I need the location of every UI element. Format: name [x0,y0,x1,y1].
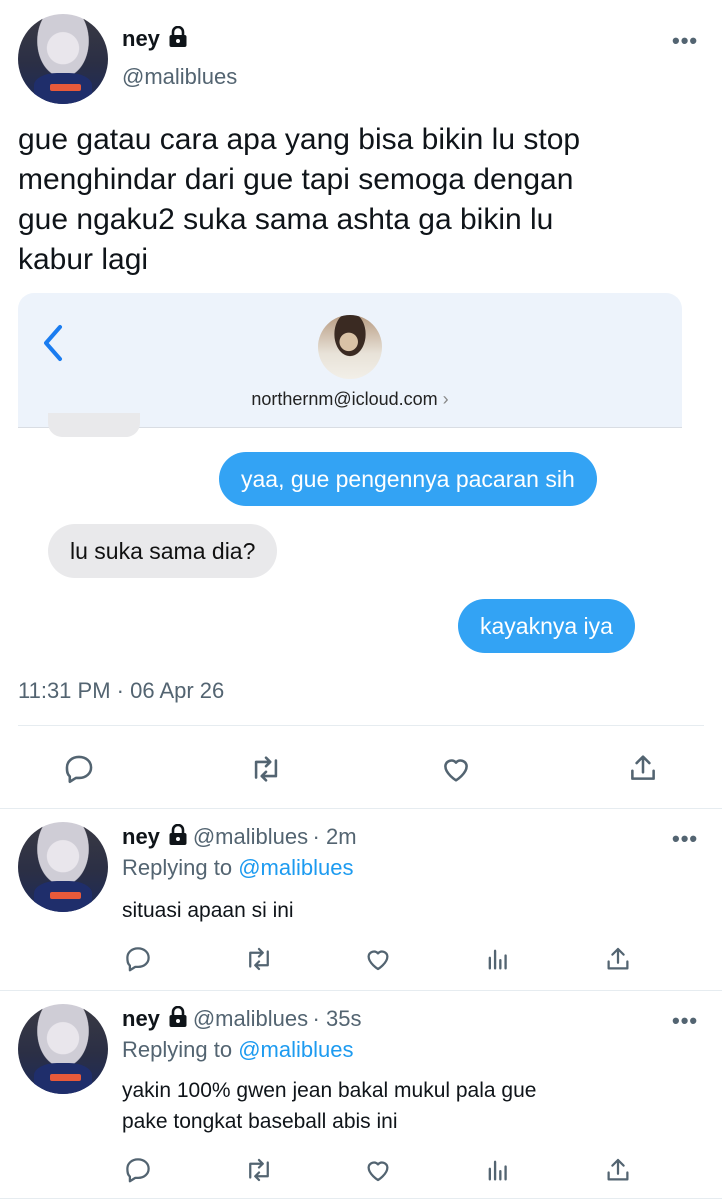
retweet-icon[interactable] [243,1155,275,1185]
replying-to: Replying to @maliblues [122,855,354,880]
author-name[interactable]: ney [122,26,160,51]
like-icon[interactable] [438,752,474,786]
more-icon[interactable]: ••• [672,826,698,852]
lock-icon [168,25,188,53]
share-icon[interactable] [626,750,660,786]
divider [0,990,722,991]
contact-email: northernm@icloud.com › [251,389,449,409]
reply-text-line: pake tongkat baseball abis ini [122,1110,398,1133]
divider [0,808,722,809]
replying-to: Replying to @maliblues [122,1037,354,1062]
reply-time[interactable]: · 35s [313,1006,362,1031]
author-handle[interactable]: @maliblues [122,64,237,90]
reply-text: yakin 100% gwen jean bakal mukul pala gu… [122,1075,536,1137]
reply-text: situasi apaan si ini [122,895,294,926]
message-bubble-sent: kayaknya iya [458,599,635,653]
reply-icon[interactable] [123,944,153,974]
tweet-timestamp[interactable]: 11:31 PM · 06 Apr 26 [18,678,224,704]
reply-author-handle[interactable]: @maliblues [193,1006,308,1031]
tweet-text: gue gatau cara apa yang bisa bikin lu st… [18,120,580,280]
divider [0,1198,722,1199]
reply-author-name[interactable]: ney [122,1006,160,1031]
divider [18,725,704,726]
retweet-icon[interactable] [243,944,275,974]
message-bubble-sent: yaa, gue pengennya pacaran sih [219,452,597,506]
lock-icon [168,823,188,851]
reply-header: ney @maliblues · 2m [122,823,357,851]
more-icon[interactable]: ••• [672,1008,698,1034]
chat-screenshot[interactable]: northernm@icloud.com › yaa, gue pengenny… [18,293,682,653]
reply-author-handle[interactable]: @maliblues [193,824,308,849]
chat-header: northernm@icloud.com › [18,293,682,428]
back-chevron-icon [40,323,66,368]
like-icon[interactable] [362,944,394,974]
author-name-row: ney [122,25,188,53]
tweet-text-line: menghindar dari gue tapi semoga dengan [18,163,574,196]
reply-icon[interactable] [123,1155,153,1185]
reply-avatar[interactable] [18,822,108,912]
tweet-text-line: gue gatau cara apa yang bisa bikin lu st… [18,123,581,156]
like-icon[interactable] [362,1155,394,1185]
more-icon[interactable]: ••• [672,28,698,54]
reply-icon[interactable] [62,752,96,786]
reply-time[interactable]: · 2m [313,824,357,849]
share-icon[interactable] [603,1154,633,1186]
replying-to-link[interactable]: @maliblues [238,855,353,880]
message-bubble-received: lu suka sama dia? [48,524,278,578]
reply-text-line: yakin 100% gwen jean bakal mukul pala gu… [122,1079,537,1102]
tweet-text-line: kabur lagi [18,243,149,276]
partial-bubble [48,413,140,437]
analytics-icon[interactable] [484,1155,512,1185]
author-avatar[interactable] [18,14,108,104]
tweet-text-line: gue ngaku2 suka sama ashta ga bikin lu [18,203,554,236]
reply-author-name[interactable]: ney [122,824,160,849]
share-icon[interactable] [603,943,633,975]
replying-to-link[interactable]: @maliblues [238,1037,353,1062]
reply-text-line: situasi apaan si ini [122,899,294,922]
reply-avatar[interactable] [18,1004,108,1094]
lock-icon [168,1005,188,1033]
analytics-icon[interactable] [484,944,512,974]
reply-header: ney @maliblues · 35s [122,1005,362,1033]
contact-avatar [318,315,382,379]
retweet-icon[interactable] [248,752,284,786]
